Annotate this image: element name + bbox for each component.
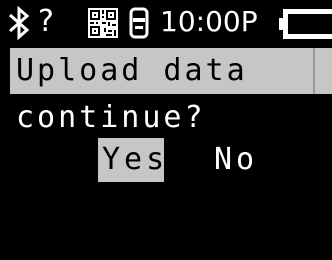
qr-code-icon — [86, 6, 120, 40]
device-screen: ? 10:00P Upload data continue? Yes No — [0, 0, 332, 260]
scanner-icon — [124, 6, 154, 40]
help-icon: ? — [38, 4, 54, 39]
bluetooth-icon — [2, 6, 36, 40]
no-button[interactable]: No — [214, 138, 258, 182]
status-bar: ? 10:00P — [0, 0, 332, 46]
yes-button[interactable]: Yes — [98, 138, 164, 182]
title-divider — [313, 48, 315, 94]
clock: 10:00P — [160, 5, 258, 38]
battery-icon — [278, 7, 332, 41]
dialog-prompt: continue? — [16, 100, 206, 135]
dialog-title-bar: Upload data — [10, 48, 332, 94]
dialog-title: Upload data — [16, 53, 248, 88]
